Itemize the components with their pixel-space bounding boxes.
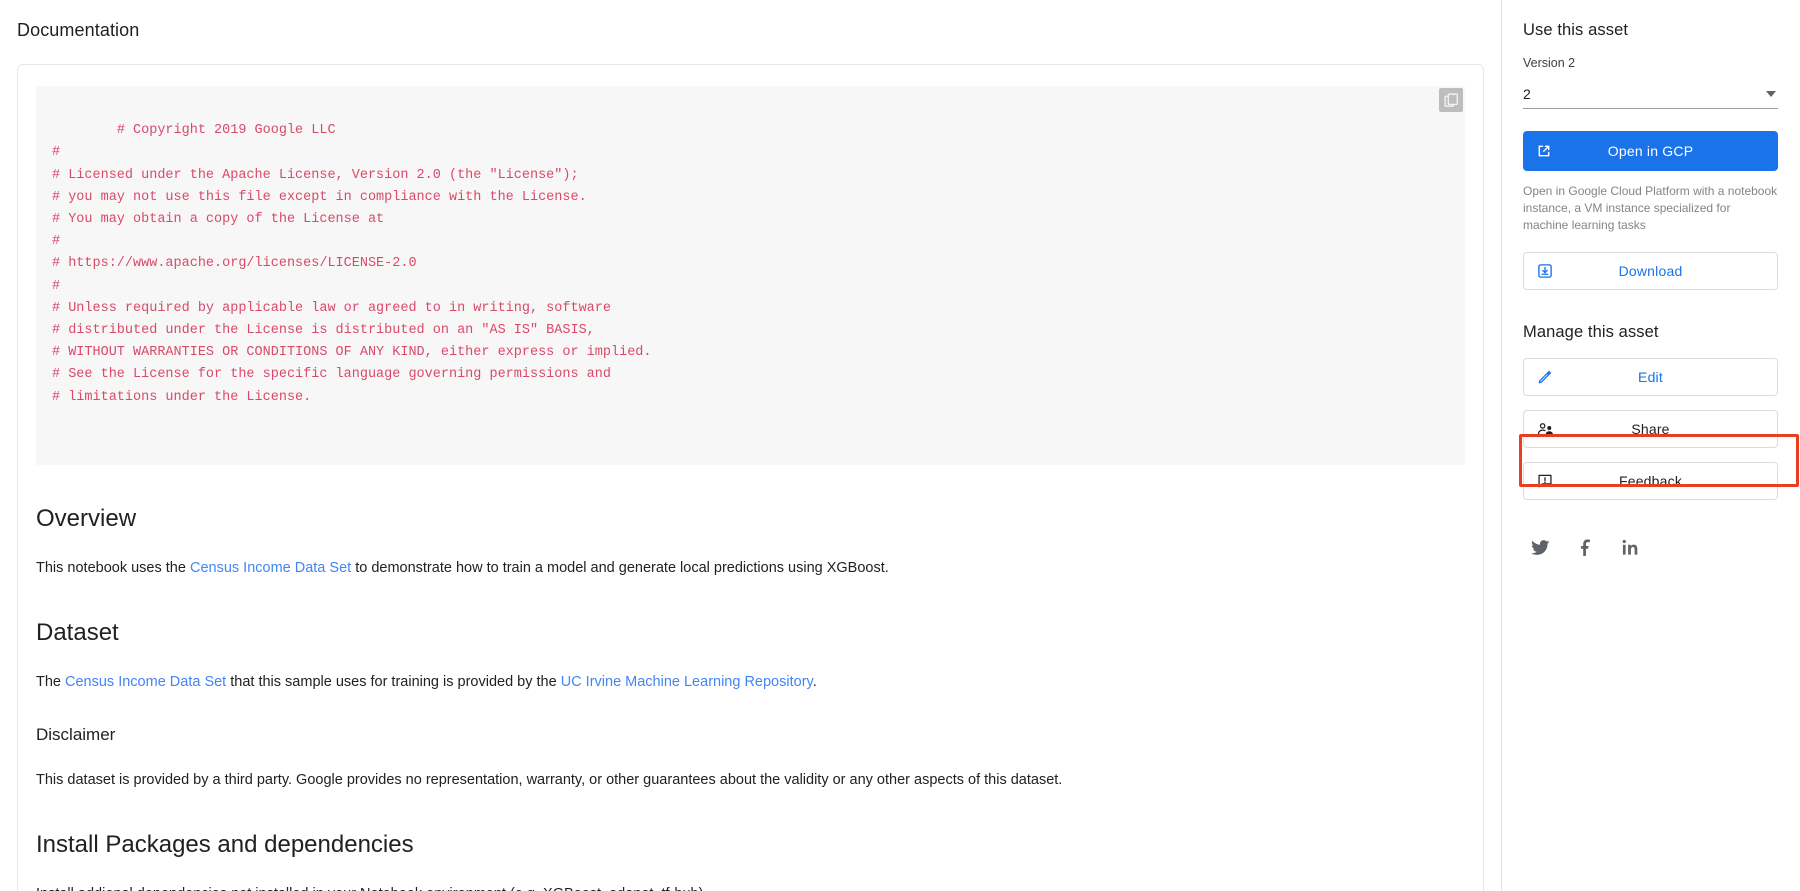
use-this-asset-heading: Use this asset (1523, 21, 1629, 39)
edit-button[interactable]: Edit (1523, 358, 1778, 396)
chevron-down-icon (1766, 91, 1776, 97)
documentation-pane: Documentation # Copyright 2019 Google LL… (0, 0, 1502, 891)
page-title: Documentation (17, 20, 140, 40)
census-income-data-set-link-2[interactable]: Census Income Data Set (65, 674, 226, 690)
install-packages-heading: Install Packages and dependencies (36, 831, 414, 859)
overview-paragraph: This notebook uses the Census Income Dat… (36, 557, 1465, 579)
download-button[interactable]: Download (1523, 252, 1778, 290)
dataset-heading: Dataset (36, 619, 119, 647)
install-packages-paragraph: Install addional dependencies not instal… (36, 883, 1465, 891)
overview-heading: Overview (36, 505, 137, 533)
page-root: Documentation # Copyright 2019 Google LL… (0, 0, 1800, 891)
gcp-description: Open in Google Cloud Platform with a not… (1523, 184, 1778, 232)
dataset-text-middle: that this sample uses for training is pr… (226, 674, 561, 691)
social-links (1523, 538, 1778, 557)
pencil-icon (1524, 368, 1566, 386)
feedback-button[interactable]: Feedback (1523, 462, 1778, 500)
asset-sidebar: Use this asset Version 2 2 Open in GCP O… (1502, 0, 1799, 891)
facebook-icon[interactable] (1576, 538, 1595, 557)
manage-this-asset-heading: Manage this asset (1523, 323, 1659, 341)
dataset-text-before: The (36, 674, 66, 691)
twitter-icon[interactable] (1531, 538, 1550, 557)
dataset-text-after: . (812, 674, 817, 691)
license-code-block: # Copyright 2019 Google LLC # # Licensed… (36, 86, 1465, 466)
feedback-icon (1524, 472, 1566, 490)
external-link-icon (1523, 142, 1565, 160)
dataset-paragraph: The Census Income Data Set that this sam… (36, 671, 1465, 693)
copy-icon[interactable] (1439, 88, 1463, 112)
download-icon (1524, 262, 1566, 280)
documentation-card: # Copyright 2019 Google LLC # # Licensed… (17, 64, 1484, 891)
edit-label: Edit (1638, 369, 1663, 385)
uc-irvine-repository-link[interactable]: UC Irvine Machine Learning Repository (561, 674, 813, 690)
disclaimer-paragraph: This dataset is provided by a third part… (36, 772, 1063, 789)
linkedin-icon[interactable] (1621, 538, 1640, 557)
share-button[interactable]: Share (1523, 410, 1778, 448)
open-in-gcp-label: Open in GCP (1607, 143, 1694, 159)
overview-text-before: This notebook uses the (36, 560, 190, 577)
disclaimer-heading: Disclaimer (36, 725, 116, 745)
version-select[interactable]: 2 (1523, 80, 1778, 109)
census-income-data-set-link[interactable]: Census Income Data Set (190, 560, 351, 576)
license-code-text: # Copyright 2019 Google LLC # # Licensed… (52, 123, 652, 405)
download-label: Download (1618, 263, 1683, 279)
share-person-icon (1524, 420, 1566, 439)
overview-text-after: to demonstrate how to train a model and … (351, 560, 889, 577)
share-label: Share (1631, 421, 1670, 437)
feedback-label: Feedback (1618, 473, 1683, 489)
version-select-value: 2 (1523, 86, 1531, 102)
version-label: Version 2 (1523, 56, 1576, 70)
open-in-gcp-button[interactable]: Open in GCP (1523, 131, 1778, 171)
